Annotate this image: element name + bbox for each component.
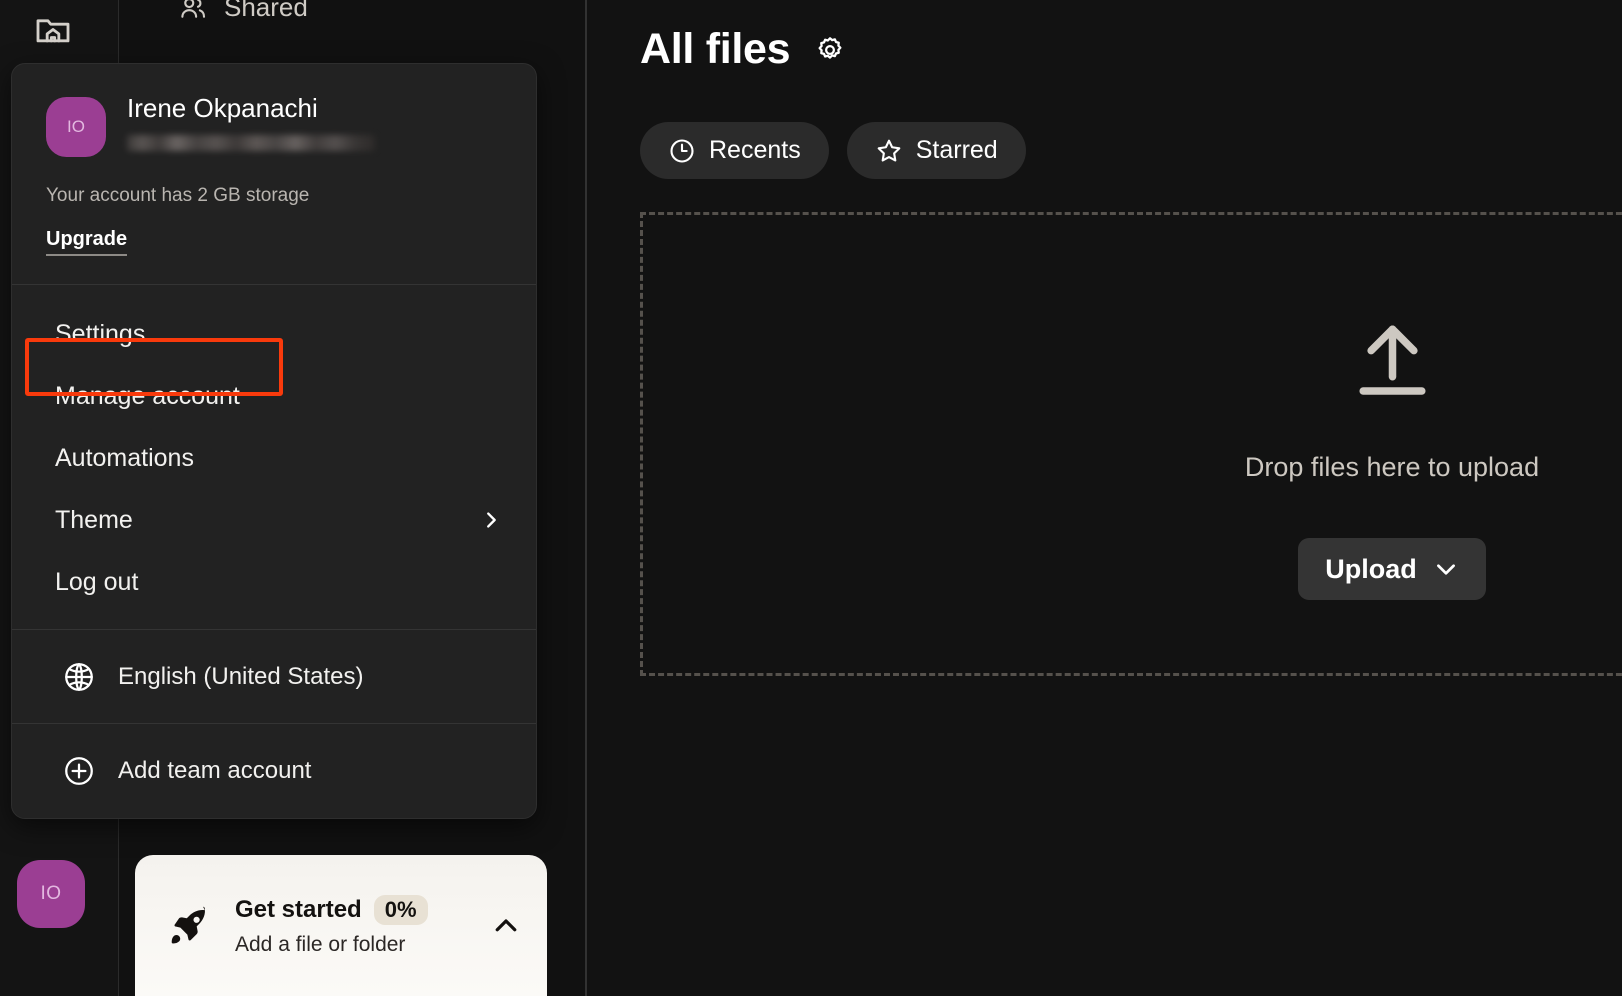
menu-item-settings[interactable]: Settings [12,303,536,365]
menu-item-label: Manage account [55,381,240,410]
menu-row-language[interactable]: English (United States) [12,630,536,724]
page-header: All files [640,25,845,74]
account-identity: IO Irene Okpanachi [46,94,502,157]
rocket-icon [167,904,211,948]
account-dropdown-menu: IO Irene Okpanachi Your account has 2 GB… [11,63,537,819]
tab-shared[interactable]: Shared [178,0,308,23]
star-icon [875,137,903,165]
upload-button[interactable]: Upload [1298,538,1486,600]
menu-item-manage-account[interactable]: Manage account [12,365,536,427]
plus-circle-icon [62,754,96,788]
get-started-text: Get started 0% Add a file or folder [235,894,467,957]
upload-button-label: Upload [1325,553,1417,584]
get-started-subtitle: Add a file or folder [235,932,406,956]
file-dropzone[interactable]: Drop files here to upload Upload [640,212,1622,676]
storage-text: Your account has 2 GB storage [46,185,310,206]
main-content: All files Recents Starred Drop files her… [587,0,1622,996]
page-title: All files [640,25,791,73]
gear-icon[interactable] [815,35,845,65]
menu-item-theme[interactable]: Theme [12,489,536,551]
menu-item-label: Automations [55,443,194,472]
dropzone-content: Drop files here to upload Upload [1177,315,1607,600]
menu-item-log-out[interactable]: Log out [12,551,536,613]
pill-starred-label: Starred [915,136,998,164]
chevron-up-icon[interactable] [491,911,521,941]
tab-shared-label: Shared [224,0,308,22]
menu-item-label: Theme [55,505,133,534]
people-icon [178,0,208,23]
menu-item-label: Settings [55,319,146,348]
globe-icon [62,660,96,694]
clock-icon [668,137,696,165]
account-menu-items: Settings Manage account Automations Them… [12,285,536,630]
rail-avatar[interactable]: IO [17,860,85,928]
chevron-right-icon [480,509,502,531]
menu-row-add-team-account[interactable]: Add team account [12,724,536,818]
menu-item-label: Log out [55,567,139,596]
dropzone-text: Drop files here to upload [1244,452,1540,482]
avatar-initials: IO [67,117,85,136]
avatar: IO [46,97,106,157]
account-header: IO Irene Okpanachi Your account has 2 GB… [12,64,536,285]
pill-recents[interactable]: Recents [640,122,829,179]
account-name: Irene Okpanachi [127,93,318,123]
language-label: English (United States) [118,662,364,690]
upgrade-link[interactable]: Upgrade [46,228,128,256]
get-started-percent: 0% [373,894,428,925]
chevron-down-icon [1433,556,1459,582]
get-started-title: Get started [235,895,362,923]
app-window: IO Shared IO Irene Okpanachi Your accoun… [0,0,1622,996]
add-team-account-label: Add team account [118,757,312,784]
rail-avatar-initials: IO [40,883,62,904]
menu-item-automations[interactable]: Automations [12,427,536,489]
pill-recents-label: Recents [709,136,801,164]
upload-arrow-icon [1345,315,1440,410]
pill-starred[interactable]: Starred [846,122,1026,179]
filter-pills: Recents Starred [640,122,1026,179]
account-email-redacted [127,134,375,151]
get-started-banner[interactable]: Get started 0% Add a file or folder [135,855,547,996]
folder-home-icon[interactable] [33,10,73,50]
